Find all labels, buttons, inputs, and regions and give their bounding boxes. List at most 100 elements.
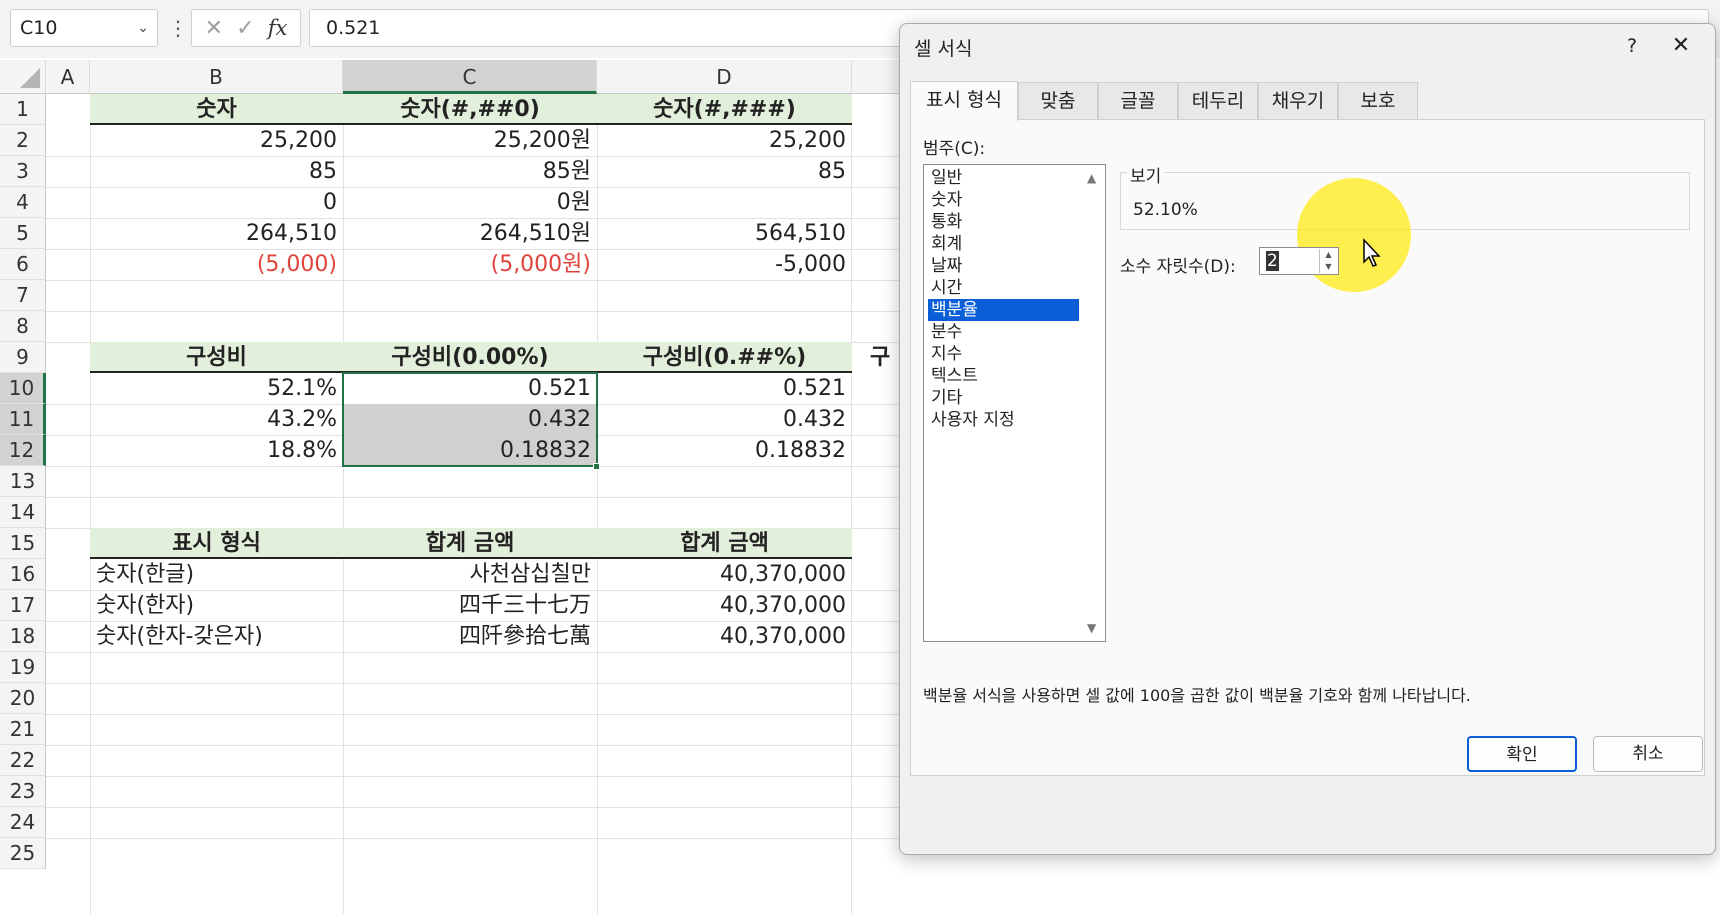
tab-alignment[interactable]: 맞춤	[1018, 82, 1098, 120]
cell-b3[interactable]: 85	[90, 156, 343, 187]
name-box[interactable]: C10 ⌄	[10, 9, 158, 47]
header-cell[interactable]: 합계 금액	[343, 528, 597, 559]
cell-c17[interactable]: 四千三十七万	[343, 590, 597, 621]
row-header[interactable]: 17	[0, 590, 46, 621]
cell-b6[interactable]: (5,000)	[90, 249, 343, 280]
row-header[interactable]: 15	[0, 528, 46, 559]
header-cell[interactable]: 숫자(#,###)	[597, 94, 852, 125]
header-cell[interactable]: 표시 형식	[90, 528, 343, 559]
category-item[interactable]: 숫자	[928, 189, 1079, 211]
header-cell[interactable]: 구성비(0.##%)	[597, 342, 852, 373]
cancel-button[interactable]: 취소	[1593, 736, 1703, 772]
column-header-d[interactable]: D	[597, 60, 852, 94]
cell-d4[interactable]	[597, 187, 852, 218]
header-cell[interactable]: 숫자	[90, 94, 343, 125]
cell-b10[interactable]: 52.1%	[90, 373, 343, 404]
row-header[interactable]: 6	[0, 249, 46, 280]
cell-d18[interactable]: 40,370,000	[597, 621, 852, 652]
scroll-up-icon[interactable]: ▲	[1087, 171, 1096, 185]
cell-c2[interactable]: 25,200원	[343, 125, 597, 156]
cell-c16[interactable]: 사천삼십칠만	[343, 559, 597, 590]
tab-protection[interactable]: 보호	[1338, 82, 1418, 120]
column-header-b[interactable]: B	[90, 60, 343, 94]
spin-up-icon[interactable]: ▲	[1320, 249, 1337, 261]
cell-b11[interactable]: 43.2%	[90, 404, 343, 435]
cell-c18[interactable]: 四阡參拾七萬	[343, 621, 597, 652]
cell-d16[interactable]: 40,370,000	[597, 559, 852, 590]
cell-b5[interactable]: 264,510	[90, 218, 343, 249]
row-header[interactable]: 18	[0, 621, 46, 652]
row-header[interactable]: 1	[0, 94, 46, 125]
row-header[interactable]: 7	[0, 280, 46, 311]
scroll-down-icon[interactable]: ▼	[1087, 621, 1096, 635]
decimal-spinner[interactable]: ▲ ▼	[1319, 249, 1337, 273]
cell-c4[interactable]: 0원	[343, 187, 597, 218]
category-item[interactable]: 사용자 지정	[928, 409, 1079, 431]
row-header[interactable]: 5	[0, 218, 46, 249]
category-item[interactable]: 지수	[928, 343, 1079, 365]
help-button[interactable]: ?	[1612, 30, 1652, 62]
category-item[interactable]: 텍스트	[928, 365, 1079, 387]
row-header[interactable]: 4	[0, 187, 46, 218]
row-header[interactable]: 23	[0, 776, 46, 807]
cell-c3[interactable]: 85원	[343, 156, 597, 187]
category-item[interactable]: 일반	[928, 167, 1079, 189]
category-item-selected[interactable]: 백분율	[928, 299, 1079, 321]
row-header[interactable]: 13	[0, 466, 46, 497]
spin-down-icon[interactable]: ▼	[1320, 261, 1337, 273]
select-all-corner[interactable]	[0, 60, 46, 94]
cell-d6[interactable]: -5,000	[597, 249, 852, 280]
row-header[interactable]: 11	[0, 404, 46, 435]
row-header[interactable]: 25	[0, 838, 46, 869]
close-icon[interactable]: ✕	[1658, 30, 1704, 62]
cell-b12[interactable]: 18.8%	[90, 435, 343, 466]
header-cell[interactable]: 숫자(#,##0)	[343, 94, 597, 125]
tab-number[interactable]: 표시 형식	[910, 81, 1018, 121]
row-header[interactable]: 24	[0, 807, 46, 838]
tab-font[interactable]: 글꼴	[1098, 82, 1178, 120]
chevron-down-icon[interactable]: ⌄	[137, 10, 149, 46]
cell-d2[interactable]: 25,200	[597, 125, 852, 156]
cell-d12[interactable]: 0.18832	[597, 435, 852, 466]
header-cell[interactable]: 구성비(0.00%)	[343, 342, 597, 373]
cell-b17[interactable]: 숫자(한자)	[90, 590, 343, 621]
cancel-icon[interactable]: ✕	[205, 16, 223, 41]
category-scrollbar[interactable]: ▲ ▼	[1081, 165, 1105, 641]
row-header[interactable]: 10	[0, 373, 46, 404]
insert-function-icon[interactable]: fx	[268, 16, 288, 40]
header-cell[interactable]: 합계 금액	[597, 528, 852, 559]
category-item[interactable]: 통화	[928, 211, 1079, 233]
fill-handle[interactable]	[593, 463, 600, 470]
row-header[interactable]: 12	[0, 435, 46, 466]
tab-border[interactable]: 테두리	[1178, 82, 1258, 120]
category-item[interactable]: 날짜	[928, 255, 1079, 277]
check-icon[interactable]: ✓	[236, 16, 254, 41]
row-header[interactable]: 16	[0, 559, 46, 590]
cell-c5[interactable]: 264,510원	[343, 218, 597, 249]
header-cell[interactable]: 구	[870, 342, 900, 373]
cell-d3[interactable]: 85	[597, 156, 852, 187]
category-item[interactable]: 기타	[928, 387, 1079, 409]
category-item[interactable]: 분수	[928, 321, 1079, 343]
row-header[interactable]: 21	[0, 714, 46, 745]
cell-d11[interactable]: 0.432	[597, 404, 852, 435]
cell-b16[interactable]: 숫자(한글)	[90, 559, 343, 590]
header-cell[interactable]: 구성비	[90, 342, 343, 373]
cell-d10[interactable]: 0.521	[597, 373, 852, 404]
spreadsheet-grid[interactable]: A B C D 1 2 3 4 5 6 7 8 9 10 11 12 13 14…	[0, 58, 900, 914]
category-list[interactable]: 일반 숫자 통화 회계 날짜 시간 백분율 분수 지수 텍스트 기타 사용자 지…	[923, 164, 1106, 642]
column-header-e[interactable]	[852, 60, 900, 94]
category-item[interactable]: 회계	[928, 233, 1079, 255]
cell-d5[interactable]: 564,510	[597, 218, 852, 249]
more-options-icon[interactable]: ⋮	[168, 9, 188, 47]
row-header[interactable]: 3	[0, 156, 46, 187]
column-header-c[interactable]: C	[343, 60, 597, 94]
cell-b2[interactable]: 25,200	[90, 125, 343, 156]
cell-b4[interactable]: 0	[90, 187, 343, 218]
cell-b18[interactable]: 숫자(한자-갖은자)	[90, 621, 343, 652]
row-header[interactable]: 2	[0, 125, 46, 156]
tab-fill[interactable]: 채우기	[1258, 82, 1338, 120]
cell-d17[interactable]: 40,370,000	[597, 590, 852, 621]
row-header[interactable]: 19	[0, 652, 46, 683]
row-header[interactable]: 14	[0, 497, 46, 528]
